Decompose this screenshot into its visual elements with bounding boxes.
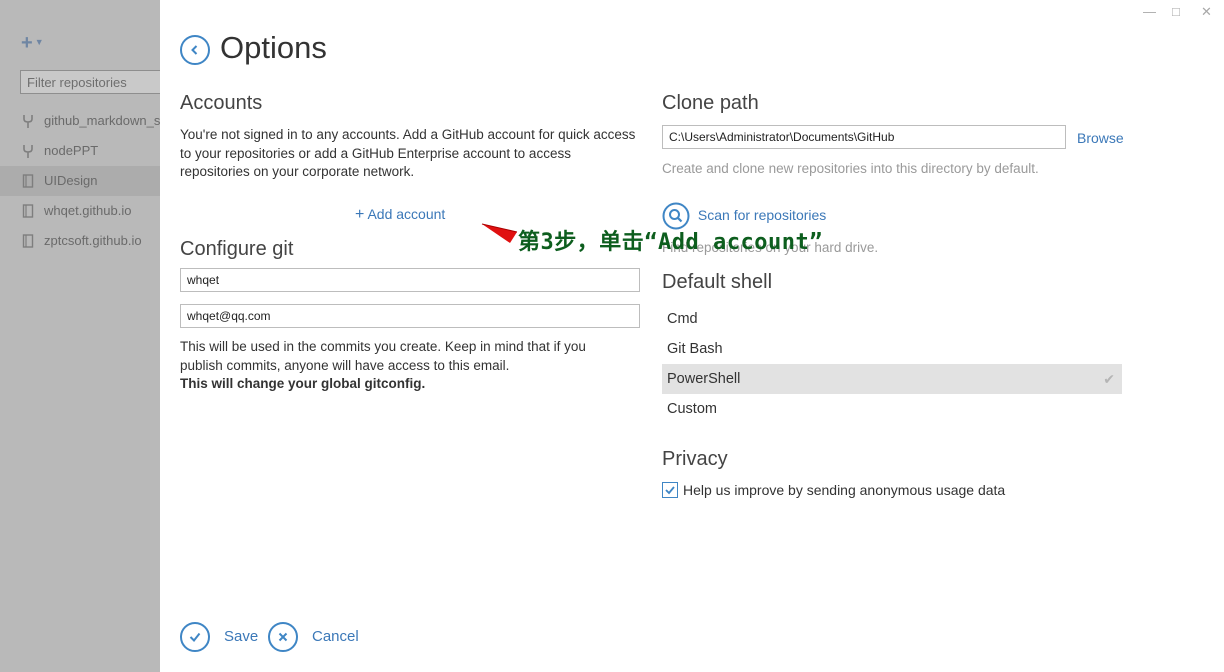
add-repository-button[interactable]: + ▼ xyxy=(21,32,44,55)
git-note: This will be used in the commits you cre… xyxy=(180,338,620,394)
annotation-text: 第3步，单击“Add account” xyxy=(518,230,823,255)
chevron-left-icon xyxy=(191,45,198,55)
repo-icon xyxy=(22,204,34,218)
git-email-field[interactable] xyxy=(180,304,640,328)
checkmark-icon xyxy=(665,486,675,495)
page-title: Options xyxy=(220,30,327,65)
plus-icon: + xyxy=(355,206,365,223)
repo-name: github_markdown_s xyxy=(44,113,160,128)
shell-label: PowerShell xyxy=(667,371,741,387)
shell-option-cmd[interactable]: Cmd xyxy=(662,304,1122,334)
browse-button[interactable]: Browse xyxy=(1077,130,1124,146)
fork-icon xyxy=(23,115,33,128)
repo-name: nodePPT xyxy=(44,143,99,158)
shell-option-git-bash[interactable]: Git Bash xyxy=(662,334,1122,364)
repo-item[interactable]: zptcsoft.github.io xyxy=(0,226,160,256)
privacy-title: Privacy xyxy=(662,448,728,470)
filter-repositories-input[interactable]: Filter repositories xyxy=(20,70,160,94)
git-name-field[interactable] xyxy=(180,268,640,292)
clone-path-title: Clone path xyxy=(662,92,759,114)
save-button[interactable]: Save xyxy=(180,622,260,652)
shell-list: Cmd Git Bash PowerShell ✔ Custom xyxy=(662,304,1122,424)
git-note-bold: This will change your global gitconfig. xyxy=(180,376,426,391)
accounts-title: Accounts xyxy=(180,92,263,114)
repo-icon xyxy=(22,234,34,248)
scan-label: Scan for repositories xyxy=(697,207,827,223)
usage-data-label: Help us improve by sending anonymous usa… xyxy=(683,482,1006,498)
fork-icon xyxy=(23,145,33,158)
repo-icon xyxy=(22,174,34,188)
save-label: Save xyxy=(224,628,259,645)
default-shell-title: Default shell xyxy=(662,271,773,293)
repo-item[interactable]: UIDesign xyxy=(0,166,160,196)
close-circle-icon xyxy=(268,622,298,652)
repository-list: github_markdown_s nodePPT UIDesign whqet… xyxy=(0,106,160,256)
cancel-label: Cancel xyxy=(312,628,359,645)
clone-path-field[interactable] xyxy=(662,125,1066,149)
shell-label: Git Bash xyxy=(667,341,723,357)
repo-item[interactable]: nodePPT xyxy=(0,136,160,166)
privacy-option: Help us improve by sending anonymous usa… xyxy=(662,482,1005,498)
configure-git-title: Configure git xyxy=(180,238,294,260)
back-button[interactable] xyxy=(180,35,210,65)
shell-label: Cmd xyxy=(667,311,698,327)
accounts-description: You're not signed in to any accounts. Ad… xyxy=(180,127,636,179)
shell-option-powershell[interactable]: PowerShell ✔ xyxy=(662,364,1122,394)
annotation-arrow-icon xyxy=(481,223,518,243)
repo-name: UIDesign xyxy=(44,173,98,188)
check-circle-icon xyxy=(180,622,210,652)
repo-item[interactable]: github_markdown_s xyxy=(0,106,160,136)
shell-label: Custom xyxy=(667,401,717,417)
checkmark-icon: ✔ xyxy=(1103,371,1115,387)
chevron-down-icon: ▼ xyxy=(34,37,44,47)
cancel-button[interactable]: Cancel xyxy=(268,622,368,652)
clone-path-hint: Create and clone new repositories into t… xyxy=(662,161,1039,176)
usage-data-checkbox[interactable] xyxy=(662,482,678,498)
options-panel: Options Accounts You're not signed in to… xyxy=(160,0,1224,672)
repo-item[interactable]: whqet.github.io xyxy=(0,196,160,226)
repo-name: zptcsoft.github.io xyxy=(44,233,142,248)
shell-option-custom[interactable]: Custom xyxy=(662,394,1122,424)
repo-name: whqet.github.io xyxy=(44,203,132,218)
git-note-text: This will be used in the commits you cre… xyxy=(180,339,586,373)
sidebar: + ▼ Filter repositories github_markdown_s… xyxy=(0,0,160,672)
add-account-button[interactable]: + Add account xyxy=(355,206,445,224)
add-account-label: Add account xyxy=(367,206,446,222)
plus-icon: + xyxy=(21,32,33,54)
